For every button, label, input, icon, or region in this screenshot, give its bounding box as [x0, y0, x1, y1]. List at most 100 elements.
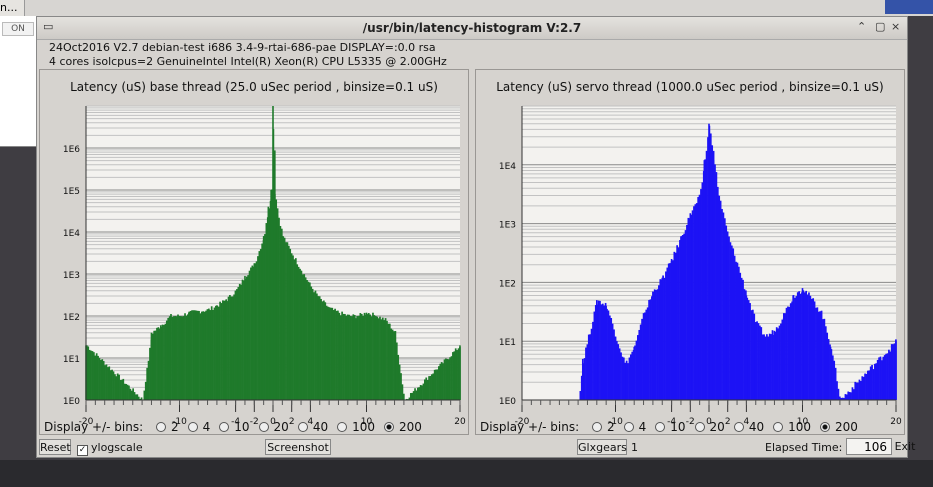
histogram-peak-bar: [356, 316, 358, 400]
radio-circle-icon: [384, 422, 394, 432]
display-bins-option-20[interactable]: 20: [258, 420, 289, 434]
display-bins-option-2[interactable]: 2: [591, 420, 615, 434]
elapsed-time-label: Elapsed Time:: [765, 441, 843, 454]
histogram-peak-bar: [318, 299, 321, 400]
histogram-peak-bar: [309, 286, 312, 400]
histogram-peak-bar: [783, 313, 785, 400]
window-titlebar[interactable]: ▭ /usr/bin/latency-histogram V:2.7 ⌃ ▢ ×: [37, 17, 907, 40]
radio-circle-icon: [820, 422, 830, 432]
histogram-peak-bar: [712, 160, 715, 400]
desktop-taskbar-item[interactable]: n...: [0, 0, 25, 16]
histogram-peak-bar: [234, 290, 237, 400]
histogram-window: ▭ /usr/bin/latency-histogram V:2.7 ⌃ ▢ ×…: [36, 16, 915, 458]
histogram-peak-bar: [820, 313, 822, 400]
display-bins-option-label: 2: [606, 420, 615, 434]
histogram-peak-bar: [244, 275, 246, 400]
desktop-side-button[interactable]: ON: [2, 22, 34, 36]
histogram-peak-bar: [274, 194, 276, 400]
histogram-peak-bar: [216, 305, 218, 400]
histogram-bar: [402, 393, 405, 400]
desktop-side-window: ON: [0, 16, 38, 147]
base-thread-histogram-panel: Latency (uS) base thread (25.0 uSec peri…: [39, 69, 469, 435]
radio-circle-icon: [297, 422, 308, 432]
radio-circle-icon: [694, 422, 705, 432]
histogram-peak-bar: [270, 190, 272, 400]
histogram-peak-bar: [642, 313, 645, 400]
window-minimize-icon[interactable]: ⌃: [857, 21, 866, 33]
y-tick-label: 1E1: [63, 355, 80, 365]
histogram-peak-bar: [290, 253, 293, 400]
display-bins-option-10[interactable]: 10: [219, 420, 250, 434]
display-bins-option-10[interactable]: 10: [655, 420, 686, 434]
reset-button[interactable]: Reset: [39, 439, 71, 455]
histogram-peak-bar: [811, 300, 813, 400]
histogram-peak-bar: [614, 336, 617, 400]
histogram-peak-bar: [829, 346, 832, 400]
desktop-top-bar: n...: [0, 0, 933, 16]
histogram-peak-bar: [624, 364, 626, 400]
radio-circle-icon: [733, 422, 744, 432]
window-title: /usr/bin/latency-histogram V:2.7: [362, 21, 582, 35]
histogram-peak-bar: [384, 320, 386, 400]
histogram-peak-bar: [262, 236, 265, 400]
display-bins-option-4[interactable]: 4: [187, 420, 211, 434]
checkmark-icon: ✓: [77, 445, 88, 456]
display-bins-option-20[interactable]: 20: [694, 420, 725, 434]
display-bins-option-200[interactable]: 200: [384, 420, 422, 434]
screenshot-button[interactable]: Screenshot: [265, 439, 331, 455]
histogram-peak-bar: [300, 270, 302, 400]
display-bins-option-40[interactable]: 40: [297, 420, 329, 434]
histogram-peak-bar: [745, 295, 748, 400]
display-bins-option-label: 20: [273, 420, 289, 434]
histogram-peak-bar: [764, 336, 766, 400]
display-bins-option-200[interactable]: 200: [820, 420, 858, 434]
glxgears-count: 1: [631, 441, 638, 454]
y-tick-label: 1E3: [63, 271, 80, 281]
y-tick-label: 1E6: [63, 145, 80, 155]
histogram-peak-bar: [365, 312, 368, 400]
display-bins-option-label: 100: [788, 420, 811, 434]
histogram-peak-bar: [160, 325, 162, 400]
exit-button[interactable]: Exit: [893, 439, 917, 455]
display-bins-option-4[interactable]: 4: [623, 420, 646, 434]
histogram-peak-bar: [717, 195, 720, 400]
radio-circle-icon: [773, 422, 784, 432]
display-bins-option-2[interactable]: 2: [155, 420, 179, 434]
histogram-peak-bar: [726, 236, 729, 400]
display-bins-option-40[interactable]: 40: [733, 420, 765, 434]
histogram-peak-bar: [736, 264, 738, 400]
histogram-peak-bar: [393, 332, 396, 400]
y-tick-label: 1E0: [499, 397, 516, 407]
y-tick-label: 1E2: [499, 279, 516, 289]
display-bins-option-label: 200: [835, 420, 858, 434]
histogram-peak-bar: [670, 259, 673, 400]
histogram-peak-bar: [328, 308, 330, 400]
y-tick-label: 1E5: [63, 187, 80, 197]
display-bins-option-label: 200: [399, 420, 422, 434]
glxgears-button[interactable]: Glxgears: [577, 439, 627, 455]
histogram-peak-bar: [605, 305, 607, 400]
elapsed-time-value: 106: [846, 438, 892, 455]
window-close-icon[interactable]: ×: [891, 21, 900, 33]
histogram-peak-bar: [178, 316, 181, 400]
histogram-peak-bar: [375, 316, 377, 400]
histogram-peak-bar: [895, 341, 897, 400]
system-info-line1: 24Oct2016 V2.7 debian-test i686 3.4-9-rt…: [49, 41, 436, 54]
display-bins-option-label: 10: [234, 420, 250, 434]
histogram-peak-bar: [347, 316, 349, 400]
display-bins-option-label: 4: [202, 420, 211, 434]
display-bins-option-label: 40: [312, 420, 329, 434]
ylogscale-checkbox[interactable]: ✓ ylogscale: [77, 441, 143, 456]
display-bins-option-100[interactable]: 100: [337, 420, 375, 434]
radio-circle-icon: [655, 422, 666, 432]
histogram-peak-bar: [276, 215, 279, 400]
histogram-peak-bar: [225, 299, 228, 400]
display-bins-option-label: 2: [170, 420, 179, 434]
display-bins-option-label: 10: [670, 420, 686, 434]
histogram-peak-bar: [633, 346, 635, 400]
window-maximize-icon[interactable]: ▢: [875, 21, 885, 33]
histogram-peak-bar: [337, 312, 340, 400]
display-bins-option-100[interactable]: 100: [773, 420, 811, 434]
display-bins-option-label: 40: [748, 420, 765, 434]
servo-thread-histogram-chart: 1E01E11E21E31E4-20 -10 -4 -2 0 2 4 10 20: [499, 105, 902, 427]
